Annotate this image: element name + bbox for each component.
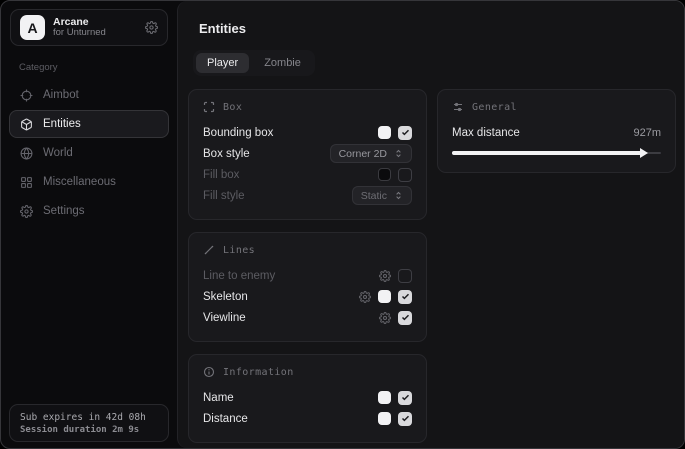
information-card: Information Name Distance: [188, 354, 427, 443]
name-label: Name: [203, 392, 378, 404]
brand-text: Arcane for Unturned: [53, 16, 137, 39]
max-distance-slider-fill: [452, 151, 644, 155]
general-card-header: General: [452, 101, 661, 113]
gear-icon[interactable]: [359, 291, 371, 303]
cards-grid: Box Bounding box Box style: [178, 76, 685, 449]
card-title: General: [472, 102, 517, 113]
card-title: Box: [223, 102, 242, 113]
gear-icon[interactable]: [379, 312, 391, 324]
bounding-box-row: Bounding box: [203, 122, 412, 143]
bounding-box-checkbox[interactable]: [398, 126, 412, 140]
skeleton-row: Skeleton: [203, 286, 412, 307]
dropdown-value: Corner 2D: [339, 148, 387, 160]
color-swatch[interactable]: [378, 126, 391, 139]
dropdown-value: Static: [361, 190, 387, 202]
page-title: Entities: [199, 21, 685, 36]
color-swatch[interactable]: [378, 290, 391, 303]
sidebar-item-miscellaneous[interactable]: Miscellaneous: [9, 168, 169, 196]
column-left: Box Bounding box Box style: [188, 89, 427, 443]
color-swatch[interactable]: [378, 412, 391, 425]
crosshair-icon: [20, 89, 33, 102]
info-icon: [203, 366, 215, 378]
lines-card: Lines Line to enemy Skeleton: [188, 232, 427, 342]
viewline-row: Viewline: [203, 307, 412, 328]
distance-row: Distance: [203, 408, 412, 429]
gear-icon[interactable]: [145, 21, 158, 34]
name-row: Name: [203, 387, 412, 408]
bounding-box-label: Bounding box: [203, 127, 378, 139]
card-title: Information: [223, 367, 294, 378]
sidebar-nav: Aimbot Entities World Miscellaneous: [1, 81, 177, 225]
viewline-checkbox[interactable]: [398, 311, 412, 325]
gear-icon: [20, 205, 33, 218]
globe-icon: [20, 147, 33, 160]
chevrons-up-down-icon: [394, 191, 403, 200]
viewline-label: Viewline: [203, 312, 379, 324]
sidebar-item-world[interactable]: World: [9, 139, 169, 167]
fill-style-row: Fill style Static: [203, 185, 412, 206]
sliders-icon: [452, 101, 464, 113]
sidebar-item-label: Entities: [43, 118, 81, 130]
max-distance-value: 927m: [633, 127, 661, 139]
skeleton-label: Skeleton: [203, 291, 359, 303]
sub-expiry-text: Sub expires in 42d 08h: [20, 412, 158, 423]
chevrons-up-down-icon: [394, 149, 403, 158]
max-distance-label: Max distance: [452, 127, 633, 139]
slider-thumb-arrow-icon[interactable]: [640, 148, 648, 158]
brand-card: A Arcane for Unturned: [10, 9, 168, 46]
sidebar-item-aimbot[interactable]: Aimbot: [9, 81, 169, 109]
name-checkbox[interactable]: [398, 391, 412, 405]
sidebar-item-label: Aimbot: [43, 89, 79, 101]
sidebar-item-label: World: [43, 147, 73, 159]
box-style-label: Box style: [203, 148, 330, 160]
color-swatch[interactable]: [378, 168, 391, 181]
box-card: Box Bounding box Box style: [188, 89, 427, 220]
sidebar-item-settings[interactable]: Settings: [9, 197, 169, 225]
gear-icon[interactable]: [379, 270, 391, 282]
fill-style-label: Fill style: [203, 190, 352, 202]
sidebar-item-entities[interactable]: Entities: [9, 110, 169, 138]
general-card: General Max distance 927m: [437, 89, 676, 173]
box-card-header: Box: [203, 101, 412, 113]
fill-box-checkbox[interactable]: [398, 168, 412, 182]
skeleton-checkbox[interactable]: [398, 290, 412, 304]
sidebar-item-label: Settings: [43, 205, 85, 217]
line-to-enemy-checkbox[interactable]: [398, 269, 412, 283]
column-right: General Max distance 927m: [437, 89, 676, 173]
fill-box-row: Fill box: [203, 164, 412, 185]
subscription-card: Sub expires in 42d 08h Session duration …: [9, 404, 169, 442]
box-style-dropdown[interactable]: Corner 2D: [330, 144, 412, 163]
lines-card-header: Lines: [203, 244, 412, 256]
line-to-enemy-label: Line to enemy: [203, 270, 379, 282]
distance-label: Distance: [203, 413, 378, 425]
entity-tabs: Player Zombie: [193, 50, 315, 76]
arcane-logo: A: [20, 15, 45, 40]
color-swatch[interactable]: [378, 391, 391, 404]
card-title: Lines: [223, 245, 255, 256]
tab-zombie[interactable]: Zombie: [253, 53, 312, 73]
information-card-header: Information: [203, 366, 412, 378]
sidebar: A Arcane for Unturned Category Aimbot: [1, 1, 177, 448]
line-icon: [203, 244, 215, 256]
arcane-window: A Arcane for Unturned Category Aimbot: [0, 0, 685, 449]
line-to-enemy-row: Line to enemy: [203, 265, 412, 286]
category-label: Category: [19, 62, 177, 73]
brand-subtitle: for Unturned: [53, 28, 137, 39]
main-panel: Entities Player Zombie Box Bounding box: [177, 1, 685, 448]
cube-icon: [20, 118, 33, 131]
session-duration-text: Session duration 2m 9s: [20, 425, 158, 435]
box-style-row: Box style Corner 2D: [203, 143, 412, 164]
fill-style-dropdown[interactable]: Static: [352, 186, 412, 205]
grid-icon: [20, 176, 33, 189]
max-distance-slider[interactable]: [452, 147, 661, 159]
tab-player[interactable]: Player: [196, 53, 249, 73]
max-distance-row: Max distance 927m: [452, 122, 661, 143]
sidebar-item-label: Miscellaneous: [43, 176, 116, 188]
fill-box-label: Fill box: [203, 169, 378, 181]
scan-corners-icon: [203, 101, 215, 113]
distance-checkbox[interactable]: [398, 412, 412, 426]
